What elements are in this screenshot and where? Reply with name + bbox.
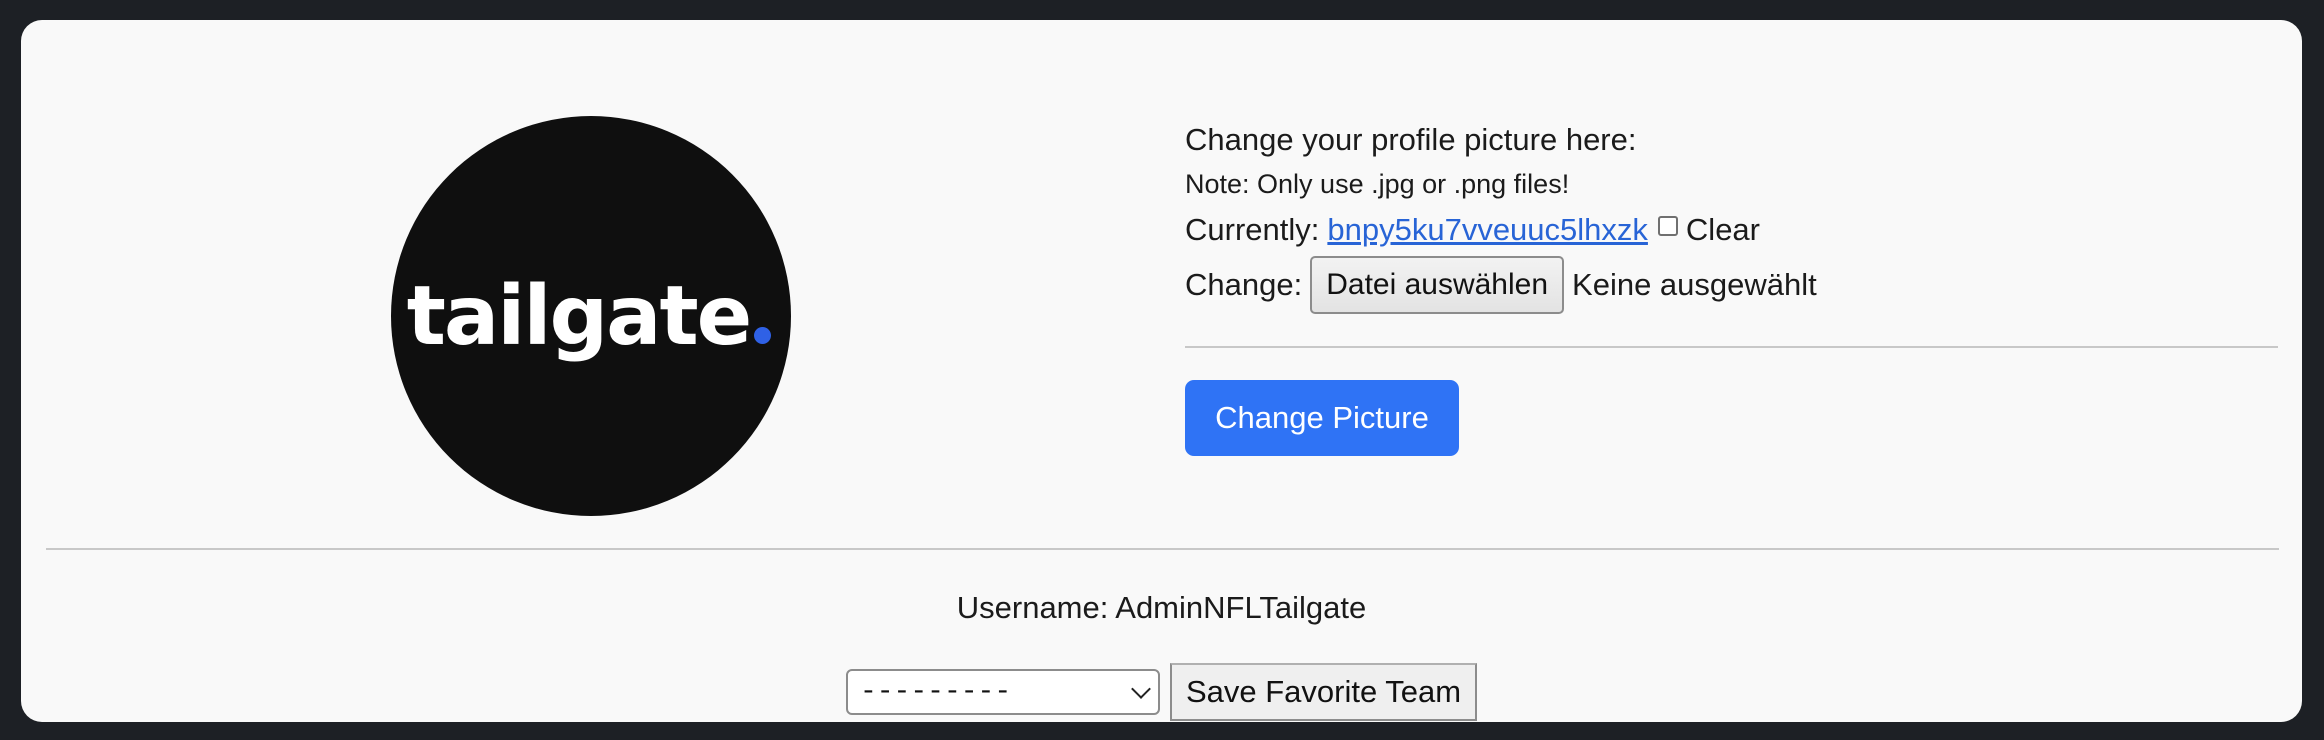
favorite-team-select[interactable]: --------- bbox=[845, 669, 1160, 715]
username-label: Username: bbox=[956, 590, 1109, 625]
save-favorite-team-button[interactable]: Save Favorite Team bbox=[1169, 663, 1478, 721]
username-value: AdminNFLTailgate bbox=[1115, 590, 1367, 625]
tailgate-logo: tailgate bbox=[391, 116, 791, 516]
favorite-team-selected: --------- bbox=[859, 676, 1012, 708]
current-picture-row: Currently: bnpy5ku7vveuuc5lhxzk Clear bbox=[1185, 210, 2278, 250]
currently-label: Currently: bbox=[1185, 212, 1320, 247]
file-type-note: Note: Only use .jpg or .png files! bbox=[1185, 169, 1570, 199]
profile-picture-form: Change your profile picture here: Note: … bbox=[1185, 120, 2278, 456]
choose-file-button[interactable]: Datei auswählen bbox=[1310, 256, 1565, 314]
logo-dot bbox=[754, 326, 772, 344]
username-line: Username: AdminNFLTailgate bbox=[21, 588, 2302, 628]
section-divider bbox=[46, 548, 2279, 550]
profile-card: tailgate Change your profile picture her… bbox=[21, 20, 2302, 722]
change-label: Change: bbox=[1185, 267, 1303, 302]
favorite-team-form: --------- Save Favorite Team bbox=[21, 663, 2302, 721]
logo-text: tailgate bbox=[406, 268, 753, 364]
profile-picture-heading: Change your profile picture here: bbox=[1185, 122, 1637, 157]
clear-checkbox[interactable] bbox=[1657, 216, 1678, 236]
change-picture-row: Change: Datei auswählen Keine ausgewählt bbox=[1185, 256, 2278, 314]
file-status: Keine ausgewählt bbox=[1572, 267, 1817, 302]
chevron-down-icon bbox=[1131, 679, 1151, 699]
change-picture-button[interactable]: Change Picture bbox=[1185, 380, 1459, 456]
current-file-link[interactable]: bnpy5ku7vveuuc5lhxzk bbox=[1327, 210, 1648, 250]
form-divider bbox=[1185, 346, 2278, 348]
clear-label[interactable]: Clear bbox=[1686, 210, 1760, 250]
